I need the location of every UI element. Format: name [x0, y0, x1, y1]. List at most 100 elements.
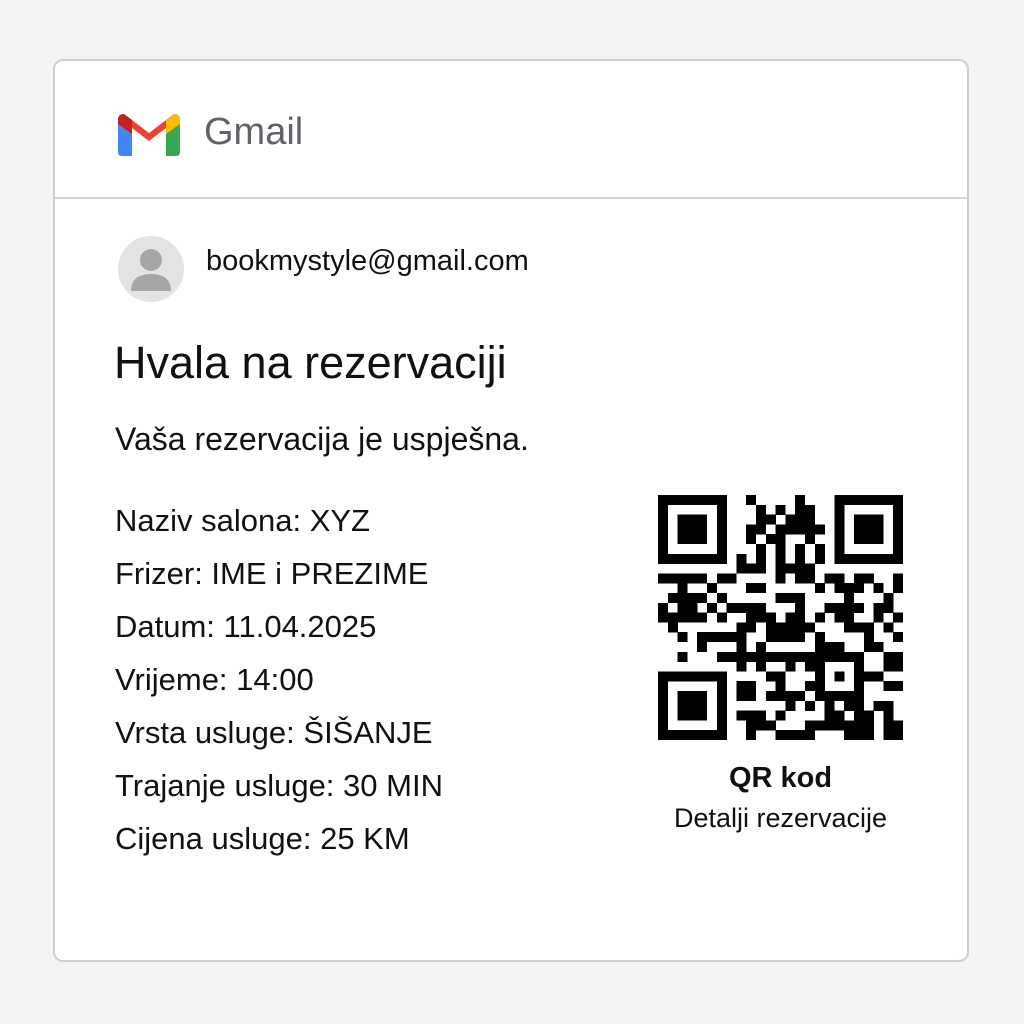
qr-module — [883, 710, 894, 721]
qr-module — [765, 514, 776, 525]
qr-module — [893, 514, 903, 525]
qr-module — [716, 612, 727, 623]
qr-module — [854, 651, 864, 662]
qr-module — [854, 730, 864, 740]
qr-module — [893, 504, 903, 515]
qr-module — [834, 612, 845, 623]
qr-module — [824, 710, 835, 721]
qr-module — [707, 671, 717, 682]
qr-module — [854, 514, 864, 525]
qr-module — [854, 700, 864, 711]
detail-service-duration: Trajanje usluge: 30 MIN — [115, 768, 443, 803]
qr-module — [795, 573, 806, 584]
qr-module — [854, 524, 864, 535]
qr-module — [746, 691, 757, 701]
qr-module — [658, 671, 668, 682]
qr-module — [677, 495, 688, 505]
qr-module — [746, 651, 757, 662]
qr-module — [746, 720, 757, 731]
qr-module — [814, 632, 825, 643]
qr-module — [814, 642, 825, 652]
qr-module — [736, 632, 747, 643]
qr-module — [873, 524, 884, 535]
sender-email[interactable]: bookmystyle@gmail.com — [206, 244, 529, 278]
qr-module — [687, 602, 698, 613]
qr-module — [775, 573, 786, 584]
qr-module — [756, 642, 766, 652]
qr-module — [677, 710, 688, 721]
qr-module — [824, 602, 835, 613]
qr-module — [756, 720, 766, 731]
qr-module — [756, 524, 766, 535]
qr-module — [883, 495, 894, 505]
qr-title: QR kod — [728, 762, 833, 794]
qr-module — [716, 593, 727, 603]
qr-module — [834, 602, 845, 613]
qr-module — [746, 612, 757, 623]
qr-module — [746, 534, 757, 545]
qr-module — [795, 504, 806, 515]
qr-module — [707, 730, 717, 740]
detail-date: Datum: 11.04.2025 — [115, 609, 377, 644]
qr-module — [863, 495, 874, 505]
qr-module — [834, 671, 845, 682]
qr-module — [667, 593, 678, 603]
qr-module — [687, 710, 698, 721]
qr-module — [844, 651, 855, 662]
qr-module — [893, 681, 903, 692]
qr-module — [775, 504, 786, 515]
qr-module — [716, 651, 727, 662]
qr-module — [687, 514, 698, 525]
qr-module — [873, 642, 884, 652]
qr-module — [893, 534, 903, 545]
qr-module — [775, 544, 786, 554]
qr-module — [775, 681, 786, 692]
qr-module — [736, 602, 747, 613]
gmail-header: Gmail — [55, 61, 967, 199]
qr-module — [716, 544, 727, 554]
detail-service-price: Cijena usluge: 25 KM — [115, 821, 410, 856]
qr-module — [658, 504, 668, 515]
qr-module — [834, 583, 845, 594]
qr-module — [814, 553, 825, 564]
qr-module — [844, 602, 855, 613]
qr-module — [795, 495, 806, 505]
qr-module — [863, 720, 874, 731]
qr-module — [824, 651, 835, 662]
qr-module — [883, 730, 894, 740]
qr-module — [677, 534, 688, 545]
qr-module — [716, 573, 727, 584]
qr-module — [893, 661, 903, 672]
qr-module — [756, 710, 766, 721]
qr-module — [883, 681, 894, 692]
qr-module — [687, 671, 698, 682]
qr-module — [746, 563, 757, 574]
qr-module — [707, 583, 717, 594]
qr-module — [834, 642, 845, 652]
qr-module — [873, 553, 884, 564]
qr-module — [687, 700, 698, 711]
qr-module — [677, 553, 688, 564]
qr-caption: Detalji rezervacije — [673, 803, 888, 833]
qr-module — [697, 514, 708, 525]
gmail-logo-icon[interactable] — [118, 110, 180, 156]
qr-module — [844, 720, 855, 731]
qr-module — [805, 661, 815, 672]
qr-module — [844, 583, 855, 594]
detail-time: Vrijeme: 14:00 — [115, 662, 314, 697]
qr-module — [844, 730, 855, 740]
qr-module — [834, 504, 845, 515]
qr-module — [854, 691, 864, 701]
qr-module — [893, 720, 903, 731]
qr-module — [677, 514, 688, 525]
qr-module — [814, 671, 825, 682]
detail-service-type: Vrsta usluge: ŠIŠANJE — [115, 715, 433, 750]
qr-module — [805, 534, 815, 545]
qr-module — [658, 720, 668, 731]
qr-module — [697, 710, 708, 721]
qr-module — [756, 602, 766, 613]
qr-module — [893, 524, 903, 535]
qr-module — [756, 661, 766, 672]
qr-module — [667, 612, 678, 623]
qr-module — [854, 583, 864, 594]
